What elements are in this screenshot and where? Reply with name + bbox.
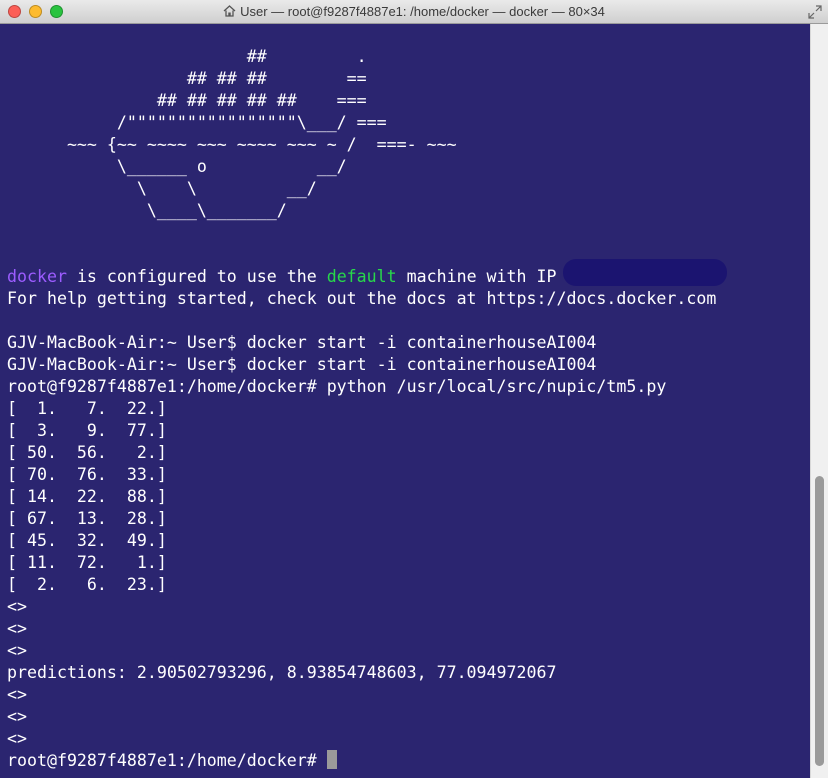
shell-prompt: root@f9287f4887e1:/home/docker# (7, 751, 327, 770)
output-marker: <> (7, 641, 27, 660)
text-cursor (326, 750, 337, 769)
docker-logo-line: ## . (7, 47, 367, 66)
output-marker: <> (7, 619, 27, 638)
docker-logo-line: ## ## ## == (7, 69, 367, 88)
window-title: User — root@f9287f4887e1: /home/docker —… (240, 4, 605, 19)
matrix-row: [ 14. 22. 88.] (7, 487, 167, 506)
output-marker: <> (7, 597, 27, 616)
docker-logo-line: \______ o __/ (7, 157, 347, 176)
info-text-ip: machine with IP (396, 267, 567, 286)
vertical-scrollbar[interactable] (810, 24, 828, 778)
command-line: root@f9287f4887e1:/home/docker# python /… (7, 377, 667, 396)
terminal-content[interactable]: ## . ## ## ## == ## ## ## ## ## === /"""… (0, 24, 810, 778)
output-marker: <> (7, 707, 27, 726)
title-bar[interactable]: User — root@f9287f4887e1: /home/docker —… (0, 0, 828, 24)
docker-logo-line: ## ## ## ## ## === (7, 91, 367, 110)
matrix-row: [ 45. 32. 49.] (7, 531, 167, 550)
default-word: default (326, 267, 397, 286)
matrix-row: [ 11. 72. 1.] (7, 553, 167, 572)
docker-word: docker (7, 267, 67, 286)
output-marker: <> (7, 685, 27, 704)
docker-logo-line: ~~~ {~~ ~~~~ ~~~ ~~~~ ~~~ ~ / ===- ~~~ (7, 135, 457, 154)
command-line: GJV-MacBook-Air:~ User$ docker start -i … (7, 333, 597, 352)
matrix-row: [ 1. 7. 22.] (7, 399, 167, 418)
matrix-row: [ 70. 76. 33.] (7, 465, 167, 484)
matrix-row: [ 67. 13. 28.] (7, 509, 167, 528)
window-title-wrap: User — root@f9287f4887e1: /home/docker —… (0, 4, 828, 19)
terminal-window: User — root@f9287f4887e1: /home/docker —… (0, 0, 828, 778)
scrollbar-thumb[interactable] (815, 476, 824, 766)
output-marker: <> (7, 729, 27, 748)
matrix-row: [ 2. 6. 23.] (7, 575, 167, 594)
docker-logo-line: \ \ __/ (7, 179, 317, 198)
help-line: For help getting started, check out the … (7, 289, 717, 308)
info-text: is configured to use the (66, 267, 327, 286)
home-icon (223, 5, 236, 17)
matrix-row: [ 50. 56. 2.] (7, 443, 167, 462)
command-line: GJV-MacBook-Air:~ User$ docker start -i … (7, 355, 597, 374)
docker-logo-line: /"""""""""""""""""\___/ === (7, 113, 387, 132)
matrix-row: [ 3. 9. 77.] (7, 421, 167, 440)
redacted-ip (563, 259, 727, 286)
fullscreen-icon[interactable] (808, 5, 822, 19)
predictions-line: predictions: 2.90502793296, 8.9385474860… (7, 663, 557, 682)
docker-logo-line: \____\_______/ (7, 201, 287, 220)
prompt-line[interactable]: root@f9287f4887e1:/home/docker# (7, 750, 337, 772)
docker-machine-info: docker is configured to use the default … (7, 266, 566, 288)
